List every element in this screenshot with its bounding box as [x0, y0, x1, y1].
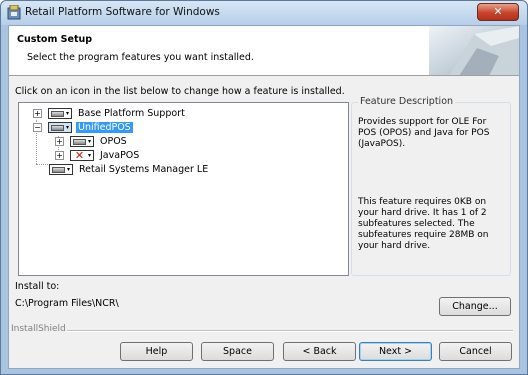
divider — [67, 330, 513, 332]
tree-item-retail-systems-manager[interactable]: ▾ Retail Systems Manager LE — [48, 163, 210, 176]
dropdown-arrow-icon: ▾ — [66, 165, 70, 173]
dialog-body: Custom Setup Select the program features… — [8, 25, 520, 369]
help-button[interactable]: Help — [120, 342, 193, 361]
feature-install-icon[interactable]: ▾ — [70, 136, 94, 147]
banner-graphic — [429, 26, 519, 75]
feature-install-icon[interactable]: ▾ — [48, 108, 72, 119]
dropdown-arrow-icon: ▾ — [65, 123, 69, 131]
installer-app-icon — [7, 5, 21, 20]
tree-item-base-platform[interactable]: + ▾ Base Platform Support — [33, 107, 187, 120]
cancel-button[interactable]: Cancel — [439, 342, 512, 361]
tree-item-unifiedpos[interactable]: − ▾ UnifiedPOS — [33, 121, 133, 134]
tree-connector — [36, 164, 48, 165]
back-button[interactable]: < Back — [283, 342, 356, 361]
install-path: C:\Program Files\NCR\ — [15, 298, 119, 309]
feature-description-legend: Feature Description — [358, 96, 456, 107]
feature-label[interactable]: Retail Systems Manager LE — [77, 164, 210, 175]
installer-window: Retail Platform Software for Windows ✕ C… — [0, 0, 528, 375]
install-to-label: Install to: — [15, 281, 60, 292]
feature-tree[interactable]: + ▾ Base Platform Support − ▾ UnifiedPOS… — [18, 102, 349, 276]
hard-drive-icon — [51, 124, 64, 131]
hard-drive-icon — [73, 138, 86, 145]
page-title: Custom Setup — [17, 34, 93, 45]
instruction-text: Click on an icon in the list below to ch… — [15, 86, 345, 97]
installshield-label: InstallShield — [11, 324, 66, 334]
space-button[interactable]: Space — [201, 342, 274, 361]
page-subtitle: Select the program features you want ins… — [27, 52, 254, 63]
title-bar[interactable]: Retail Platform Software for Windows ✕ — [1, 1, 527, 25]
expand-toggle[interactable]: + — [33, 109, 42, 118]
expand-toggle[interactable]: + — [55, 151, 64, 160]
collapse-toggle[interactable]: − — [33, 123, 42, 132]
feature-install-icon[interactable]: ▾ — [48, 122, 72, 133]
feature-label[interactable]: Base Platform Support — [76, 108, 187, 119]
feature-description-group: Feature Description Provides support for… — [351, 96, 511, 276]
change-button[interactable]: Change... — [439, 297, 511, 316]
feature-install-icon[interactable]: ▾ — [49, 164, 73, 175]
red-x-icon: ✕ — [74, 149, 85, 162]
hard-drive-icon — [52, 166, 65, 173]
hard-drive-icon — [51, 110, 64, 117]
feature-label[interactable]: UnifiedPOS — [76, 122, 133, 133]
dropdown-arrow-icon: ▾ — [65, 109, 69, 117]
header-panel: Custom Setup Select the program features… — [9, 26, 519, 76]
feature-description-text: Provides support for OLE For POS (OPOS) … — [358, 117, 490, 149]
close-button[interactable]: ✕ — [477, 3, 519, 21]
next-button[interactable]: Next > — [359, 342, 432, 361]
tree-item-opos[interactable]: + ▾ OPOS — [55, 135, 129, 148]
feature-not-available-icon[interactable]: ✕ ▾ — [70, 150, 94, 161]
dropdown-arrow-icon: ▾ — [87, 137, 91, 145]
feature-label[interactable]: OPOS — [98, 136, 129, 147]
window-title: Retail Platform Software for Windows — [25, 6, 220, 18]
tree-item-javapos[interactable]: + ✕ ▾ JavaPOS — [55, 149, 141, 162]
feature-label[interactable]: JavaPOS — [98, 150, 141, 161]
dropdown-arrow-icon: ▾ — [87, 151, 91, 159]
expand-toggle[interactable]: + — [55, 137, 64, 146]
feature-requirements-text: This feature requires 0KB on your hard d… — [358, 197, 489, 251]
